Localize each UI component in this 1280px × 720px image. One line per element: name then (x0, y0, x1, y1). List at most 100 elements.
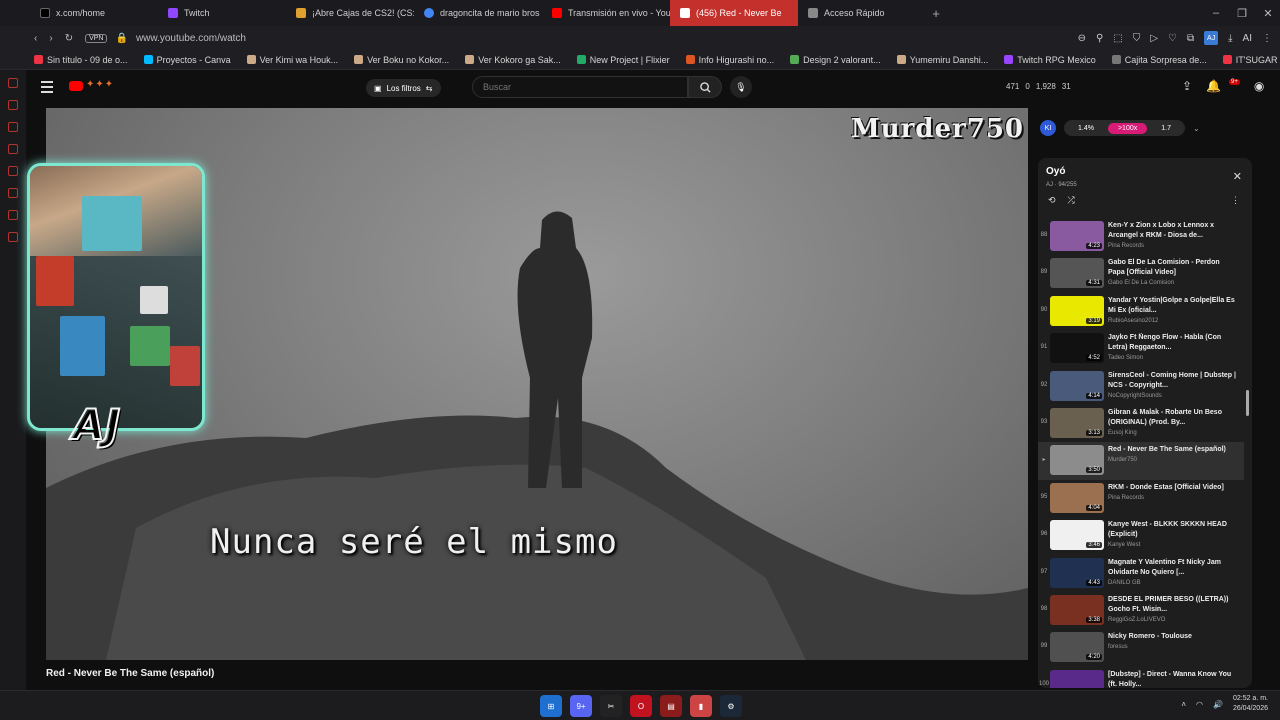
playlist-item-title[interactable]: Gibran & Malak - Robarte Un Beso (ORIGIN… (1108, 408, 1238, 428)
browser-tab[interactable]: dragoncita de mario bros (414, 0, 542, 26)
loop-icon[interactable]: ⟲ (1048, 195, 1056, 206)
sidebar-notes-icon[interactable] (8, 144, 18, 154)
mic-icon[interactable]: 🎙 (730, 76, 752, 98)
logo-doodle-icon[interactable]: ✦✦✦ (86, 79, 114, 90)
more-icon[interactable]: ⋮ (1231, 195, 1240, 206)
play-icon[interactable]: ▷ (1150, 33, 1158, 44)
bookmark[interactable]: Ver Boku no Kokor... (354, 55, 449, 65)
bookmark[interactable]: Proyectos - Canva (143, 55, 231, 65)
sidebar-settings-icon[interactable] (8, 232, 18, 242)
windows-start-icon[interactable]: ⊞ (540, 695, 562, 717)
playlist-item[interactable]: 98 3:38 DESDE EL PRIMER BESO ((LETRA)) Goc… (1038, 592, 1244, 629)
playlist-item-title[interactable]: SirensCeol - Coming Home | Dubstep | NCS… (1108, 371, 1238, 391)
bookmark[interactable]: Cajita Sorpresa de... (1111, 55, 1207, 65)
bookmark[interactable]: Info Higurashi no... (685, 55, 774, 65)
discord-icon[interactable]: 9+ (570, 695, 592, 717)
playlist-item[interactable]: ▸ 3:50 Red - Never Be The Same (español) Mu… (1038, 442, 1244, 480)
zoom-icon[interactable]: ⊖ (1078, 33, 1086, 44)
playlist-item-title[interactable]: Yandar Y Yostin|Golpe a Golpe|Ella Es Mi… (1108, 296, 1238, 316)
search-button[interactable] (688, 76, 722, 98)
sidebar-history-icon[interactable] (8, 122, 18, 132)
video-thumbnail[interactable]: 3:38 (1050, 594, 1104, 625)
playlist-item-title[interactable]: Kanye West - BLKKK SKKKN HEAD (Explicit) (1108, 520, 1238, 540)
download-icon[interactable]: ⤓ (1228, 33, 1232, 44)
url-field[interactable]: VPN 🔒 www.youtube.com/watch (85, 33, 246, 44)
playlist-item[interactable]: 1004:21[Dubstep] - Direct - Wanna Know Y… (1038, 667, 1244, 688)
chevron-down-icon[interactable]: ⌄ (1193, 124, 1200, 133)
video-thumbnail[interactable]: 4:43 (1050, 557, 1104, 588)
playlist-item-title[interactable]: Jayko Ft Ñengo Flow - Habla (Con Letra) … (1108, 333, 1238, 353)
reload-icon[interactable]: ↻ (65, 33, 73, 44)
sidebar-messenger-icon[interactable] (8, 166, 18, 176)
browser-tab[interactable]: ¡Abre Cajas de CS2! (CS:G (286, 0, 414, 26)
playlist-item-title[interactable]: Ken-Y x Zion x Lobo x Lennox x Arcangel … (1108, 221, 1238, 241)
bookmark[interactable]: Ver Kimi wa Houk... (246, 55, 338, 65)
playlist-item[interactable]: 91 4:52 Jayko Ft Ñengo Flow - Habla (Con L… (1038, 330, 1244, 367)
video-thumbnail[interactable]: 4:14 (1050, 370, 1104, 401)
search-input[interactable] (472, 76, 688, 98)
playlist-item-title[interactable]: Gabo El De La Comision - Perdon Papa [Of… (1108, 258, 1238, 278)
playlist-item-title[interactable]: Magnate Y Valentino Ft Nicky Jam Olvidar… (1108, 558, 1238, 578)
playlist-item-title[interactable]: Nicky Romero - Toulouse (1108, 632, 1238, 642)
shield-icon[interactable]: ⛉ (1133, 33, 1141, 44)
screenshot-icon[interactable]: ⬚ (1113, 33, 1122, 44)
playlist-item[interactable]: 99 4:20 Nicky Romero - Toulouse foresus (1038, 629, 1244, 666)
restore-icon[interactable]: ❐ (1236, 7, 1248, 20)
playlist-item-title[interactable]: Red - Never Be The Same (español) (1108, 445, 1238, 455)
capcut-icon[interactable]: ✂ (600, 695, 622, 717)
new-tab-button[interactable]: + (926, 6, 946, 21)
heart-icon[interactable]: ♡ (1168, 33, 1177, 44)
playlist-item[interactable]: 88 4:23 Ken-Y x Zion x Lobo x Lennox x Arc… (1038, 218, 1244, 255)
menu-icon[interactable]: ⋮ (1262, 33, 1272, 44)
sidebar-whatsapp-icon[interactable] (8, 188, 18, 198)
video-thumbnail[interactable]: 4:23 (1050, 221, 1104, 251)
browser-tab[interactable]: Twitch (158, 0, 286, 26)
playlist-scrollbar[interactable] (1246, 390, 1249, 416)
extension-logo-icon[interactable]: KI (1040, 120, 1056, 136)
opera-icon[interactable]: O (630, 695, 652, 717)
profile-avatar[interactable]: AJ (1204, 31, 1219, 45)
playlist-item-title[interactable]: DESDE EL PRIMER BESO ((LETRA)) Gocho Ft.… (1108, 595, 1238, 615)
vpn-badge[interactable]: VPN (85, 33, 108, 43)
back-icon[interactable]: ‹ (34, 33, 37, 44)
bookmark[interactable]: Yumemiru Danshi... (896, 55, 988, 65)
playlist-title[interactable]: Oyó (1046, 166, 1077, 177)
shuffle-icon[interactable]: ⤮ (1068, 195, 1075, 206)
sidebar-home-icon[interactable] (8, 78, 18, 88)
playlist-item[interactable]: 92 4:14 SirensCeol - Coming Home | Dubstep… (1038, 368, 1244, 405)
video-thumbnail[interactable]: 4:52 (1050, 333, 1104, 364)
bookmark[interactable]: Design 2 valorant... (790, 55, 881, 65)
close-icon[interactable]: ✕ (1233, 170, 1242, 183)
app-icon[interactable]: ▮ (690, 695, 712, 717)
sidebar-bookmark-icon[interactable] (8, 100, 18, 110)
sidebar-music-icon[interactable] (8, 210, 18, 220)
playlist-item-title[interactable]: [Dubstep] - Direct - Wanna Know You (ft.… (1108, 670, 1238, 688)
playlist-item[interactable]: 90 3:19 Yandar Y Yostin|Golpe a Golpe|Ella… (1038, 293, 1244, 330)
video-thumbnail[interactable]: 4:21 (1050, 669, 1104, 688)
close-icon[interactable]: ✕ (1262, 7, 1274, 20)
url-text[interactable]: www.youtube.com/watch (136, 33, 246, 44)
youtube-logo-icon[interactable] (69, 81, 83, 91)
bell-icon[interactable]: 🔔 (1206, 79, 1221, 93)
browser-tab[interactable]: x.com/home (30, 0, 158, 26)
bookmark[interactable]: Sin título - 09 de o... (34, 55, 128, 65)
playlist-item[interactable]: 89 4:31 Gabo El De La Comision - Perdon Pa… (1038, 255, 1244, 292)
video-thumbnail[interactable]: 4:04 (1050, 482, 1104, 513)
chevron-up-icon[interactable]: ˄ (1181, 700, 1186, 709)
forward-icon[interactable]: › (49, 33, 52, 44)
video-thumbnail[interactable]: 3:13 (1050, 407, 1104, 438)
browser-tab[interactable]: Acceso Rápido (798, 0, 926, 26)
video-thumbnail[interactable]: 4:20 (1050, 632, 1104, 663)
playlist-item[interactable]: 95 4:04 RKM - Donde Estas [Official Video]… (1038, 480, 1244, 517)
filters-button[interactable]: ▣ Los filtros ⇆ (366, 79, 441, 97)
video-thumbnail[interactable]: 3:46 (1050, 520, 1104, 551)
stat-pill[interactable]: 1.7 (1151, 123, 1181, 134)
steam-icon[interactable]: ⚙ (720, 695, 742, 717)
video-thumbnail[interactable]: 4:31 (1050, 258, 1104, 289)
stat-pill[interactable]: >100x (1107, 122, 1148, 134)
stat-pill[interactable]: 1.4% (1068, 123, 1104, 134)
playlist-item[interactable]: 96 3:46 Kanye West - BLKKK SKKKN HEAD (Exp… (1038, 517, 1244, 554)
menu-hamburger-icon[interactable] (41, 81, 53, 93)
account-avatar-icon[interactable]: ◉ (1254, 79, 1264, 93)
bookmark[interactable]: Ver Kokoro ga Sak... (465, 55, 561, 65)
